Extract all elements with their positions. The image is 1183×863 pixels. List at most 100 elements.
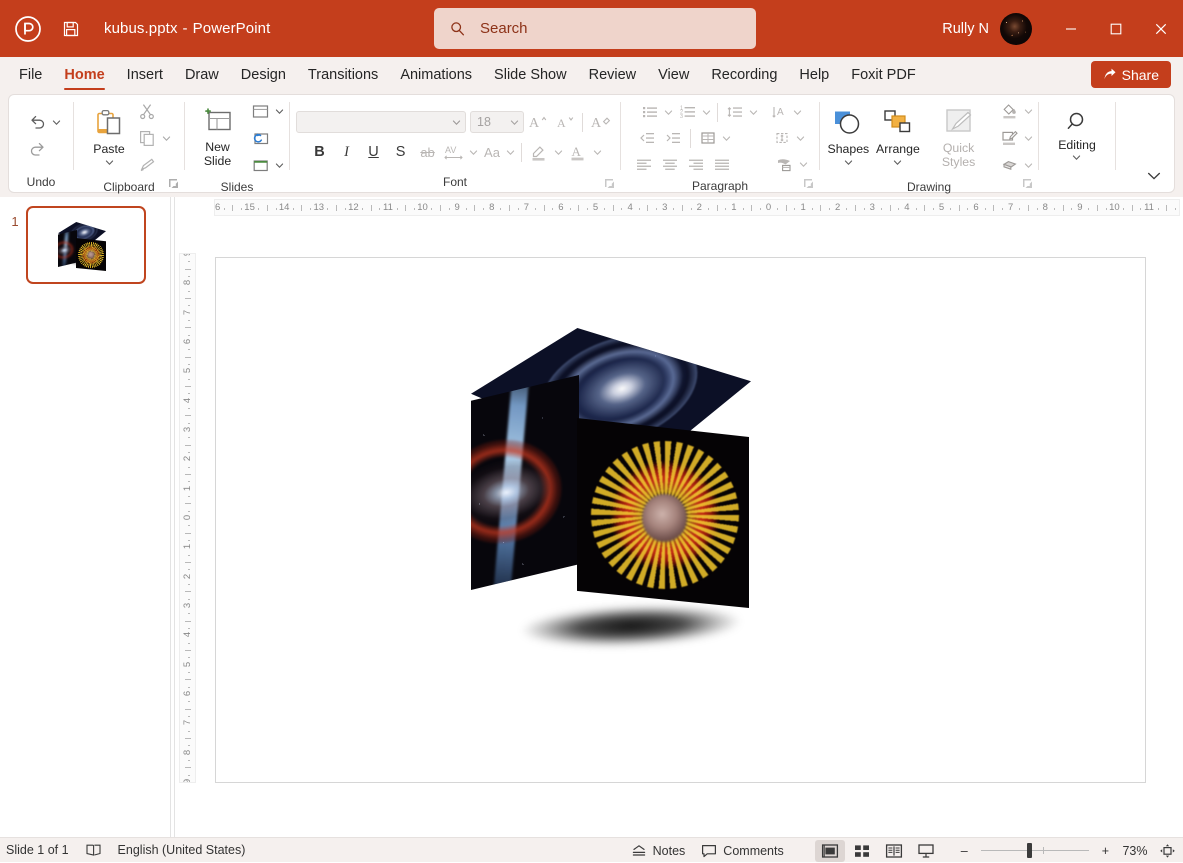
text-direction-chevron-down-icon[interactable] <box>792 106 804 118</box>
character-spacing-chevron-down-icon[interactable] <box>467 146 479 158</box>
editing-button[interactable]: Editing <box>1051 105 1103 167</box>
align-center-icon[interactable] <box>657 151 683 177</box>
search-input[interactable]: Search <box>434 8 756 49</box>
slide-canvas[interactable] <box>215 257 1146 783</box>
share-button[interactable]: Share <box>1091 61 1171 88</box>
convert-to-smartart-icon[interactable] <box>771 151 797 177</box>
align-left-icon[interactable] <box>631 151 657 177</box>
section-chevron-down-icon[interactable] <box>273 159 285 171</box>
paste-chevron-down-icon[interactable] <box>103 156 115 168</box>
zoom-in-button[interactable]: + <box>1097 838 1114 863</box>
redo-button[interactable] <box>24 136 50 162</box>
align-text-chevron-down-icon[interactable] <box>795 132 807 144</box>
fit-slide-to-window-icon[interactable] <box>1156 838 1183 863</box>
font-name-input[interactable] <box>296 111 466 133</box>
language-indicator[interactable]: English (United States) <box>110 838 254 863</box>
accessibility-checker-icon[interactable] <box>77 838 110 863</box>
undo-dropdown-chevron-down-icon[interactable] <box>50 116 62 128</box>
columns-icon[interactable] <box>695 125 721 151</box>
align-right-icon[interactable] <box>683 151 709 177</box>
paste-button[interactable]: Paste <box>86 105 132 171</box>
slide-sorter-icon[interactable] <box>847 840 877 862</box>
shape-fill-chevron-down-icon[interactable] <box>1022 105 1034 117</box>
close-button[interactable] <box>1138 0 1183 57</box>
tab-transitions[interactable]: Transitions <box>297 57 389 92</box>
arrange-button[interactable]: Arrange <box>873 105 923 171</box>
increase-font-size-icon[interactable]: A <box>524 110 551 135</box>
font-size-chevron-down-icon[interactable] <box>510 118 519 127</box>
zoom-slider-thumb[interactable] <box>1027 843 1032 858</box>
collapse-ribbon-chevron-icon[interactable] <box>1146 168 1164 186</box>
maximize-button[interactable] <box>1093 0 1138 57</box>
copy-button[interactable] <box>134 125 160 151</box>
reset-slide-button[interactable] <box>247 125 273 151</box>
horizontal-ruler[interactable]: 1615141312111098765432101234567891011121… <box>214 199 1180 216</box>
strikethrough-button[interactable]: ab <box>414 140 441 165</box>
shapes-button[interactable]: Shapes <box>824 105 873 171</box>
slide-counter[interactable]: Slide 1 of 1 <box>0 838 77 863</box>
increase-indent-icon[interactable] <box>660 125 686 151</box>
decrease-font-size-icon[interactable]: A <box>551 110 578 135</box>
character-spacing-button[interactable]: AV <box>441 140 467 165</box>
quick-styles-button[interactable]: Quick Styles <box>923 104 994 172</box>
tab-file[interactable]: File <box>8 57 53 92</box>
zoom-level[interactable]: 73% <box>1114 844 1156 858</box>
minimize-button[interactable] <box>1048 0 1093 57</box>
bullet-list-icon[interactable] <box>637 99 663 125</box>
copy-chevron-down-icon[interactable] <box>160 132 172 144</box>
tab-draw[interactable]: Draw <box>174 57 230 92</box>
slide-thumbnail-1[interactable] <box>26 206 146 284</box>
font-name-chevron-down-icon[interactable] <box>452 118 461 127</box>
editing-chevron-down-icon[interactable] <box>1071 152 1083 164</box>
text-highlight-icon[interactable] <box>526 140 553 165</box>
slide-show-icon[interactable] <box>911 840 941 862</box>
align-text-vertical-icon[interactable] <box>769 125 795 151</box>
cut-button[interactable] <box>134 98 160 124</box>
font-color-icon[interactable]: A <box>565 140 592 165</box>
tab-home[interactable]: Home <box>53 57 115 92</box>
columns-chevron-down-icon[interactable] <box>721 132 733 144</box>
format-painter-button[interactable] <box>134 152 160 178</box>
zoom-slider[interactable] <box>981 850 1089 852</box>
tab-recording[interactable]: Recording <box>700 57 788 92</box>
layout-chevron-down-icon[interactable] <box>273 105 285 117</box>
zoom-out-button[interactable]: – <box>956 838 973 863</box>
slide-image-3d-cube[interactable] <box>471 328 771 688</box>
tab-help[interactable]: Help <box>788 57 840 92</box>
font-dialog-launcher-icon[interactable] <box>603 177 616 190</box>
section-button[interactable] <box>247 152 273 178</box>
text-direction-icon[interactable]: A <box>766 99 792 125</box>
save-icon[interactable] <box>58 16 84 42</box>
underline-button[interactable]: U <box>360 140 387 165</box>
tab-slide-show[interactable]: Slide Show <box>483 57 578 92</box>
vertical-ruler[interactable]: 9876543210123456789 <box>179 253 196 783</box>
paragraph-dialog-launcher-icon[interactable] <box>802 177 815 190</box>
new-slide-button[interactable]: New Slide <box>189 105 246 171</box>
font-size-input[interactable]: 18 <box>470 111 524 133</box>
notes-button[interactable]: Notes <box>623 838 694 863</box>
clear-formatting-icon[interactable]: A <box>587 110 614 135</box>
justify-icon[interactable] <box>709 151 735 177</box>
font-color-chevron-down-icon[interactable] <box>592 146 604 158</box>
normal-view-icon[interactable] <box>815 840 845 862</box>
decrease-indent-icon[interactable] <box>634 125 660 151</box>
list-item[interactable]: 1 <box>0 206 170 284</box>
bullets-chevron-down-icon[interactable] <box>663 106 675 118</box>
tab-view[interactable]: View <box>647 57 700 92</box>
change-case-chevron-down-icon[interactable] <box>505 146 517 158</box>
undo-button[interactable] <box>24 109 50 135</box>
arrange-chevron-down-icon[interactable] <box>892 156 904 168</box>
shape-fill-icon[interactable] <box>996 98 1022 124</box>
bold-button[interactable]: B <box>306 140 333 165</box>
italic-button[interactable]: I <box>333 140 360 165</box>
comments-button[interactable]: Comments <box>693 838 791 863</box>
tab-design[interactable]: Design <box>230 57 297 92</box>
change-case-button[interactable]: Aa <box>479 140 505 165</box>
shapes-chevron-down-icon[interactable] <box>842 156 854 168</box>
shape-outline-icon[interactable] <box>996 125 1022 151</box>
tab-foxit-pdf[interactable]: Foxit PDF <box>840 57 926 92</box>
line-spacing-icon[interactable] <box>722 99 748 125</box>
line-spacing-chevron-down-icon[interactable] <box>748 106 760 118</box>
drawing-dialog-launcher-icon[interactable] <box>1021 177 1034 190</box>
tab-review[interactable]: Review <box>578 57 648 92</box>
